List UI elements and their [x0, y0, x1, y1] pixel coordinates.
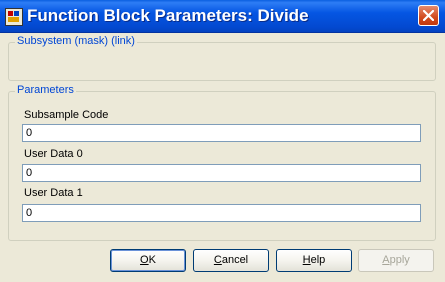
subsample-code-label: Subsample Code — [24, 109, 109, 121]
title-bar[interactable]: Function Block Parameters: Divide — [0, 0, 445, 33]
ok-button[interactable]: OK — [110, 249, 186, 272]
apply-label-rest: pply — [389, 254, 410, 266]
help-label-rest: elp — [310, 254, 326, 266]
apply-button: Apply — [358, 249, 434, 272]
close-icon — [423, 10, 434, 21]
apply-mnemonic: A — [382, 254, 390, 266]
user-data-1-input[interactable] — [22, 204, 421, 222]
cancel-mnemonic: C — [213, 254, 222, 266]
subsystem-group-label: Subsystem (mask) (link) — [15, 35, 137, 47]
ok-mnemonic: O — [140, 254, 149, 266]
window-title: Function Block Parameters: Divide — [27, 6, 309, 25]
user-data-1-label: User Data 1 — [24, 187, 83, 199]
help-mnemonic: H — [302, 254, 311, 266]
user-data-0-label: User Data 0 — [24, 148, 83, 160]
cancel-label-rest: ancel — [221, 254, 249, 266]
parameters-group-label: Parameters — [15, 84, 76, 96]
user-data-0-input[interactable] — [22, 164, 421, 182]
help-button[interactable]: Help — [276, 249, 352, 272]
ok-label-rest: K — [148, 254, 156, 266]
subsystem-group: Subsystem (mask) (link) — [8, 35, 436, 81]
close-button[interactable] — [418, 5, 439, 26]
simulink-block-icon[interactable] — [5, 8, 23, 26]
cancel-button[interactable]: Cancel — [193, 249, 269, 272]
subsample-code-input[interactable] — [22, 124, 421, 142]
